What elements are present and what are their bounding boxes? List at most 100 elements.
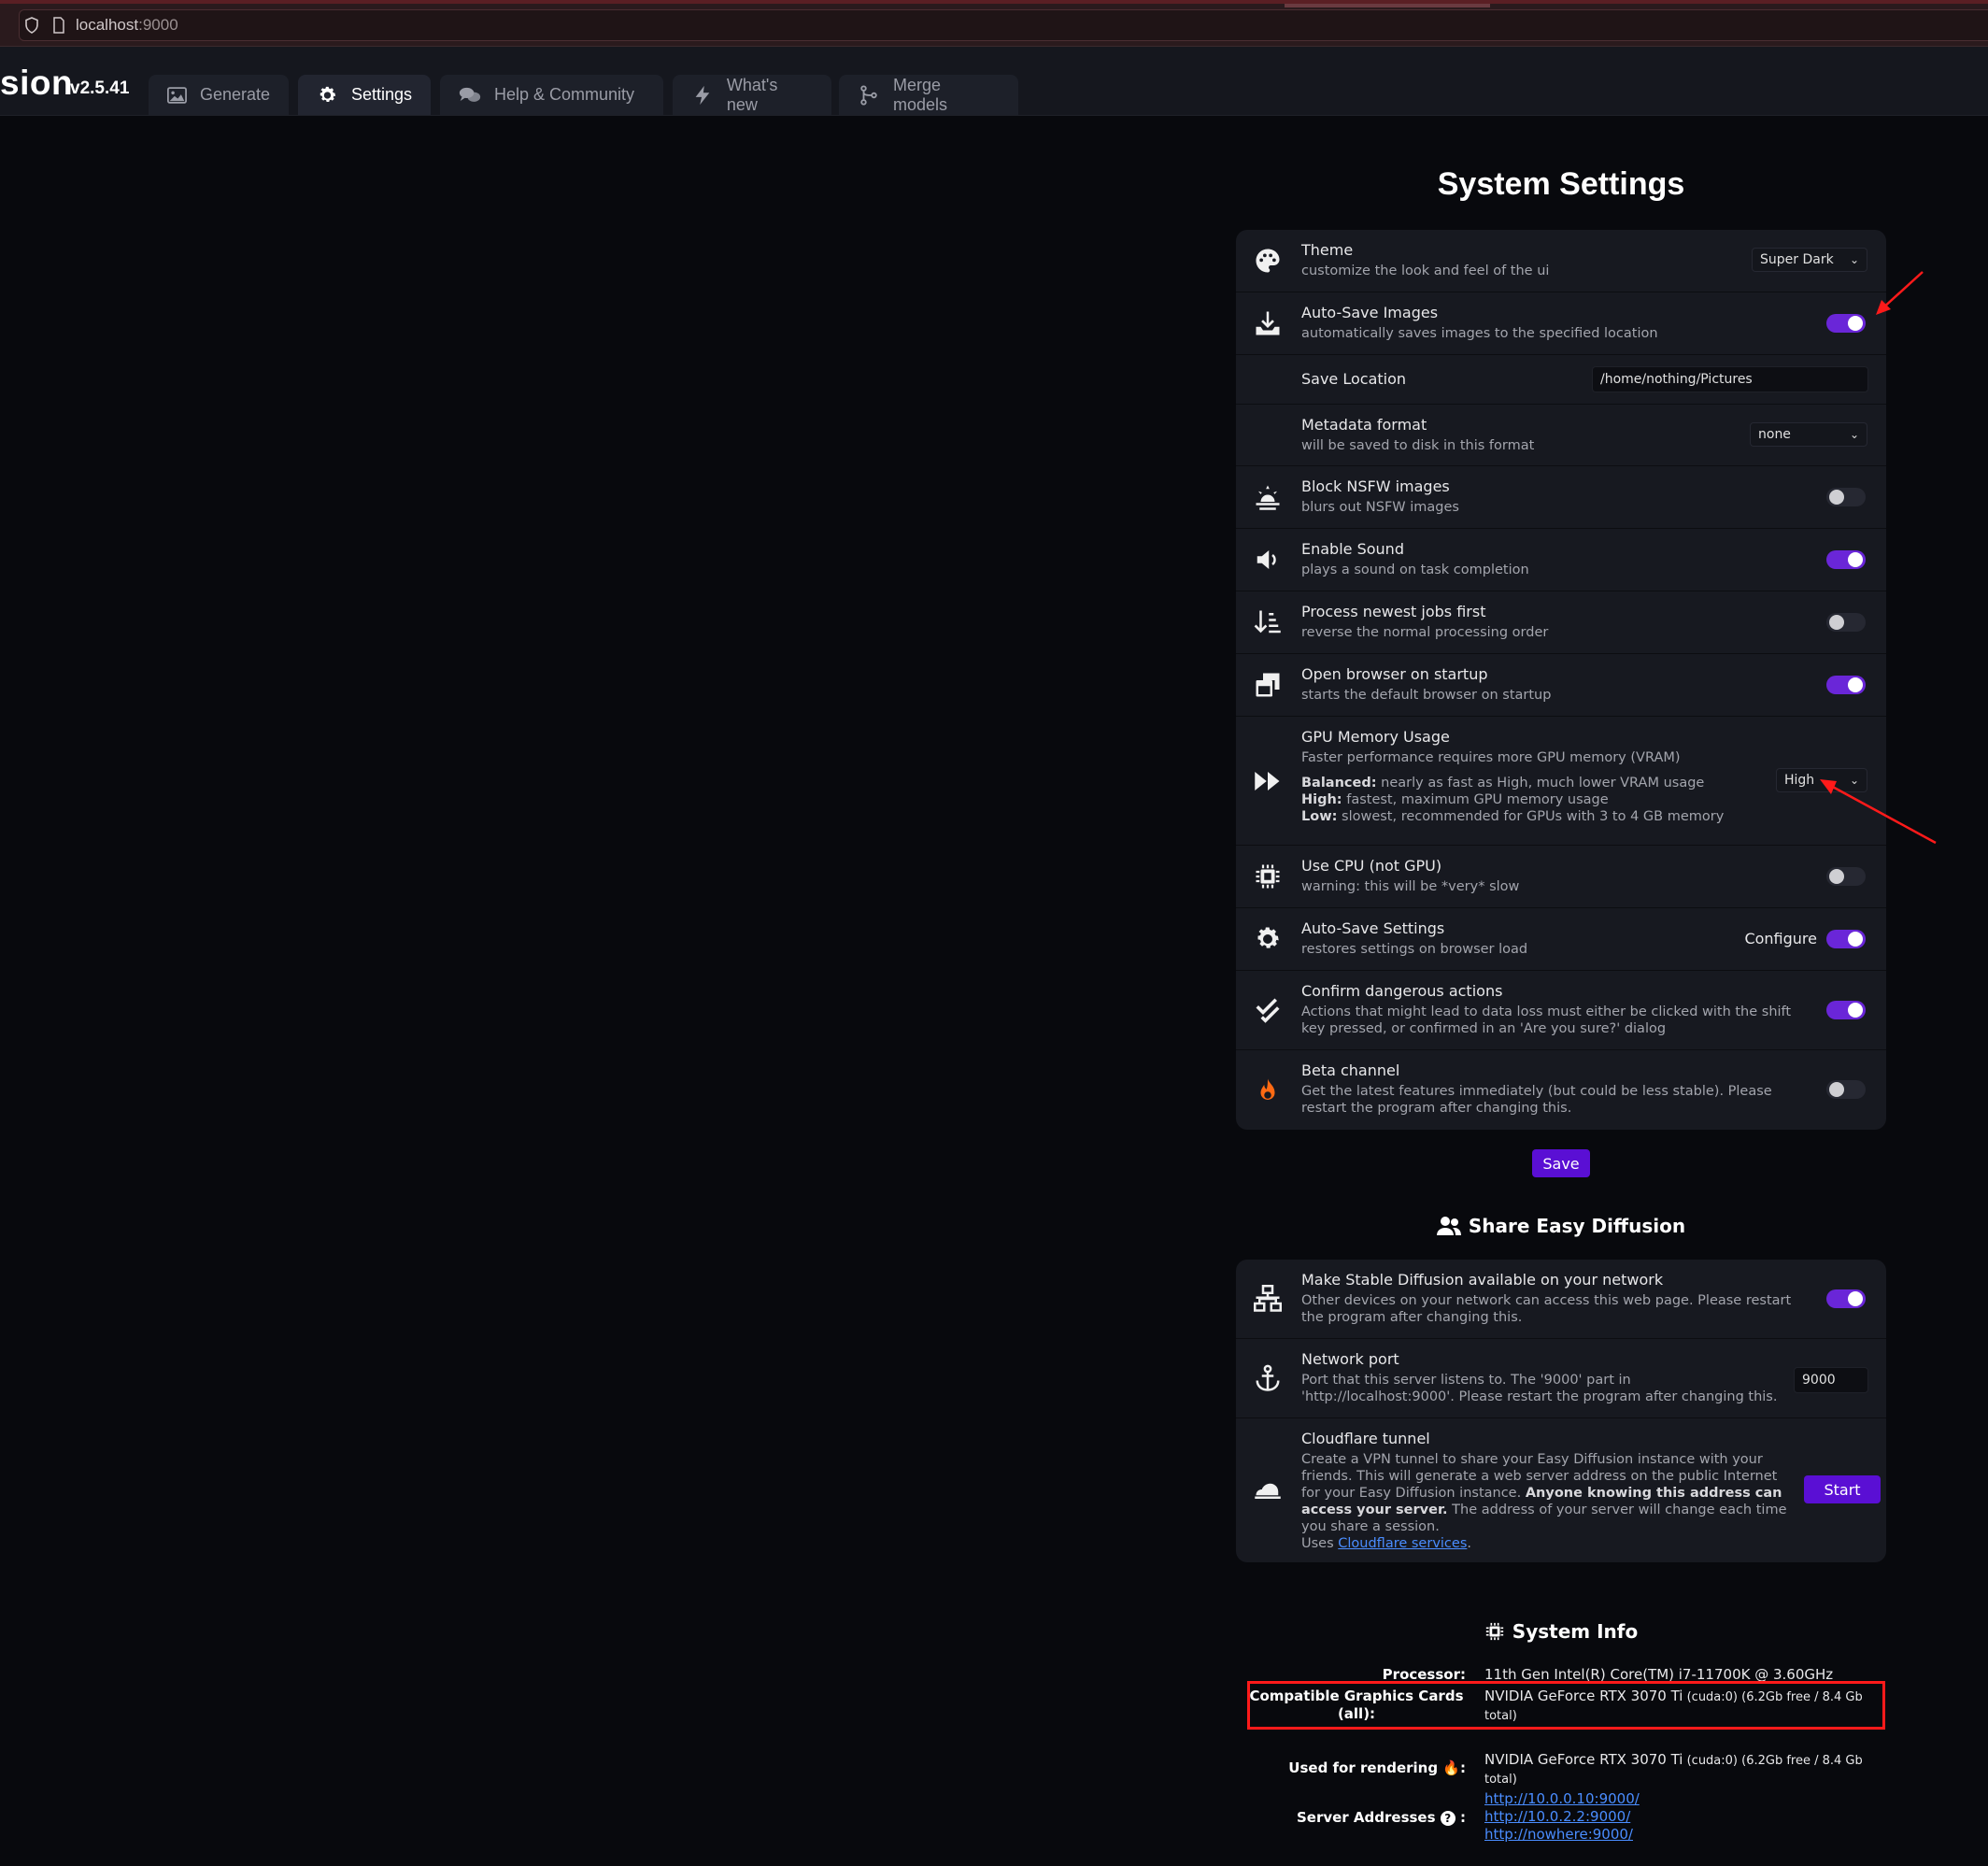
setting-use-cpu: Use CPU (not GPU) warning: this will be … bbox=[1236, 846, 1886, 908]
setting-desc: automatically saves images to the specif… bbox=[1301, 326, 1658, 341]
help-icon[interactable]: ? bbox=[1440, 1811, 1456, 1826]
setting-save-location: Save Location /home/nothing/Pictures bbox=[1236, 355, 1886, 405]
process-newest-first-toggle[interactable] bbox=[1826, 613, 1866, 632]
setting-desc: will be saved to disk in this format bbox=[1301, 438, 1535, 453]
setting-label: Process newest jobs first bbox=[1301, 603, 1486, 620]
microchip-icon bbox=[1253, 862, 1283, 891]
url-host: localhost bbox=[76, 16, 139, 34]
setting-label: Use CPU (not GPU) bbox=[1301, 857, 1442, 875]
gear-icon bbox=[320, 86, 336, 102]
settings-title: System Settings bbox=[1437, 166, 1685, 202]
setting-label: Auto-Save Images bbox=[1301, 304, 1439, 321]
tab-generate[interactable]: Generate bbox=[149, 75, 289, 115]
code-merge-icon bbox=[860, 84, 877, 106]
network-port-input[interactable]: 9000 bbox=[1794, 1367, 1868, 1393]
chevron-down-icon: ⌄ bbox=[1849, 428, 1859, 441]
url-text[interactable]: localhost:9000 bbox=[76, 16, 178, 35]
setting-theme: Theme customize the look and feel of the… bbox=[1236, 230, 1886, 292]
address-bar[interactable] bbox=[19, 9, 1988, 41]
setting-desc: Get the latest features immediately (but… bbox=[1301, 1084, 1772, 1116]
share-panel: Make Stable Diffusion available on your … bbox=[1236, 1260, 1886, 1562]
share-network-toggle[interactable] bbox=[1826, 1289, 1866, 1308]
use-cpu-toggle[interactable] bbox=[1826, 867, 1866, 886]
tab-help-community[interactable]: Help & Community bbox=[440, 75, 663, 115]
tab-merge-models[interactable]: Merge models bbox=[839, 75, 1018, 115]
setting-desc: customize the look and feel of the ui bbox=[1301, 264, 1550, 278]
select-value: High bbox=[1784, 773, 1815, 788]
gear-icon bbox=[1253, 924, 1283, 954]
chevron-down-icon: ⌄ bbox=[1849, 253, 1859, 266]
rendering-value: NVIDIA GeForce RTX 3070 Ti (cuda:0) (6.2… bbox=[1484, 1751, 1863, 1787]
setting-label: Cloudflare tunnel bbox=[1301, 1430, 1430, 1447]
setting-label: Confirm dangerous actions bbox=[1301, 982, 1503, 1000]
arrow-icon bbox=[1876, 271, 1924, 315]
sunrise-icon bbox=[1253, 482, 1283, 512]
users-icon bbox=[1436, 1217, 1461, 1235]
tab-label: Help & Community bbox=[494, 85, 635, 104]
tab-whats-new[interactable]: What's new bbox=[673, 75, 831, 115]
gpu-options-help: Balanced: nearly as fast as High, much l… bbox=[1301, 775, 1806, 825]
fire-icon bbox=[1253, 1075, 1283, 1105]
server-addresses-list: http://10.0.0.10:9000/ http://10.0.2.2:9… bbox=[1484, 1790, 1877, 1844]
setting-label: Auto-Save Settings bbox=[1301, 919, 1445, 937]
save-location-input[interactable]: /home/nothing/Pictures bbox=[1592, 366, 1868, 392]
setting-desc: warning: this will be *very* slow bbox=[1301, 879, 1520, 894]
page-icon bbox=[53, 17, 64, 34]
help-high: High: fastest, maximum GPU memory usage bbox=[1301, 792, 1609, 807]
setting-gpu-memory-usage: GPU Memory Usage Faster performance requ… bbox=[1236, 717, 1886, 846]
setting-enable-sound: Enable Sound plays a sound on task compl… bbox=[1236, 529, 1886, 591]
cloudflare-icon bbox=[1253, 1474, 1283, 1504]
share-cloudflare-row: Cloudflare tunnel Create a VPN tunnel to… bbox=[1236, 1418, 1886, 1562]
setting-desc: reverse the normal processing order bbox=[1301, 625, 1549, 640]
setting-label: Theme bbox=[1301, 241, 1354, 259]
server-address-link[interactable]: http://10.0.0.10:9000/ bbox=[1484, 1790, 1640, 1807]
image-icon bbox=[167, 86, 187, 104]
download-icon bbox=[1253, 308, 1283, 338]
server-address-link[interactable]: http://nowhere:9000/ bbox=[1484, 1826, 1633, 1843]
select-value: Super Dark bbox=[1760, 252, 1834, 267]
check-double-icon bbox=[1253, 995, 1283, 1025]
setting-beta-channel: Beta channel Get the latest features imm… bbox=[1236, 1050, 1886, 1130]
theme-select[interactable]: Super Dark ⌄ bbox=[1752, 248, 1867, 272]
share-network-row: Make Stable Diffusion available on your … bbox=[1236, 1260, 1886, 1339]
open-browser-toggle[interactable] bbox=[1826, 676, 1866, 694]
setting-label: Beta channel bbox=[1301, 1061, 1400, 1079]
save-button[interactable]: Save bbox=[1532, 1149, 1590, 1177]
tab-settings[interactable]: Settings bbox=[298, 75, 431, 115]
server-address-link[interactable]: http://10.0.2.2:9000/ bbox=[1484, 1808, 1630, 1825]
auto-save-settings-toggle[interactable] bbox=[1826, 930, 1866, 948]
confirm-dangerous-actions-toggle[interactable] bbox=[1826, 1001, 1866, 1019]
share-title: Share Easy Diffusion bbox=[1236, 1215, 1886, 1237]
auto-save-images-toggle[interactable] bbox=[1826, 314, 1866, 333]
setting-desc: Port that this server listens to. The '9… bbox=[1301, 1373, 1778, 1404]
app-version: v2.5.41 bbox=[70, 78, 130, 98]
shield-icon[interactable] bbox=[24, 17, 39, 34]
setting-label: Enable Sound bbox=[1301, 540, 1404, 558]
setting-label: Metadata format bbox=[1301, 416, 1427, 434]
configure-button[interactable]: Configure bbox=[1744, 930, 1817, 947]
bolt-icon bbox=[695, 85, 710, 105]
cloudflare-services-link[interactable]: Cloudflare services bbox=[1338, 1536, 1467, 1551]
sort-amount-down-icon bbox=[1253, 607, 1283, 637]
volume-icon bbox=[1253, 545, 1283, 575]
setting-desc: restores settings on browser load bbox=[1301, 942, 1528, 957]
setting-label: Open browser on startup bbox=[1301, 665, 1488, 683]
tab-label: Settings bbox=[350, 85, 412, 104]
setting-desc: plays a sound on task completion bbox=[1301, 563, 1529, 577]
select-value: none bbox=[1758, 427, 1791, 442]
block-nsfw-toggle[interactable] bbox=[1826, 488, 1866, 506]
system-info-title-text: System Info bbox=[1512, 1620, 1639, 1643]
setting-desc: starts the default browser on startup bbox=[1301, 688, 1552, 703]
setting-desc: Faster performance requires more GPU mem… bbox=[1301, 750, 1681, 765]
network-wired-icon bbox=[1253, 1284, 1283, 1314]
setting-metadata-format: Metadata format will be saved to disk in… bbox=[1236, 405, 1886, 466]
beta-channel-toggle[interactable] bbox=[1826, 1080, 1866, 1099]
setting-auto-save-images: Auto-Save Images automatically saves ima… bbox=[1236, 292, 1886, 355]
start-tunnel-button[interactable]: Start bbox=[1804, 1475, 1881, 1503]
app-logo: sion bbox=[0, 64, 74, 102]
enable-sound-toggle[interactable] bbox=[1826, 550, 1866, 569]
microchip-icon bbox=[1485, 1622, 1503, 1641]
metadata-format-select[interactable]: none ⌄ bbox=[1750, 422, 1867, 447]
system-info-title: System Info bbox=[1236, 1620, 1886, 1643]
setting-desc: Actions that might lead to data loss mus… bbox=[1301, 1004, 1792, 1036]
